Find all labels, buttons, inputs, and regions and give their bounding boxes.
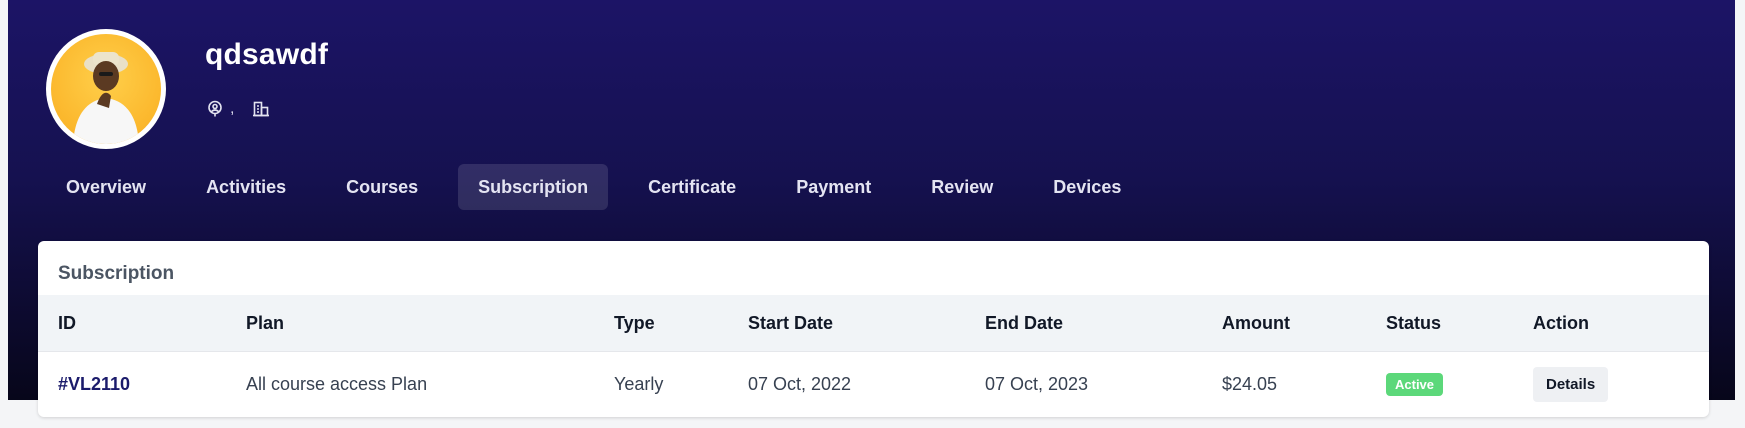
amount-cell: $24.05 — [1222, 374, 1278, 394]
column-header-end-date: End Date — [985, 312, 1064, 333]
column-header-type: Type — [614, 312, 655, 333]
column-header-plan: Plan — [246, 312, 285, 333]
status-badge: Active — [1386, 373, 1444, 396]
page-edge — [1735, 0, 1745, 428]
column-header-id: ID — [58, 312, 76, 333]
avatar — [46, 29, 166, 149]
tab-payment[interactable]: Payment — [776, 164, 891, 210]
status-cell: Active — [1386, 352, 1444, 417]
subscription-id-link[interactable]: #VL2110 — [58, 374, 130, 395]
plan-cell: All course access Plan — [246, 374, 428, 394]
column-header-amount: Amount — [1222, 312, 1290, 333]
type-cell: Yearly — [614, 374, 664, 394]
column-header-action: Action — [1533, 312, 1589, 333]
subscription-id-cell: #VL2110 — [58, 352, 130, 417]
table-header: ID Plan Type Start Date End Date Amount … — [38, 295, 1709, 352]
card-title: Subscription — [58, 263, 175, 284]
profile-name: qdsawdf — [205, 38, 329, 71]
tab-devices[interactable]: Devices — [1033, 164, 1141, 210]
column-header-status: Status — [1386, 312, 1442, 333]
tab-review[interactable]: Review — [911, 164, 1013, 210]
tab-certificate[interactable]: Certificate — [628, 164, 756, 210]
tab-overview[interactable]: Overview — [46, 164, 166, 210]
subscription-card: Subscription ID Plan Type Start Date End… — [38, 241, 1709, 417]
column-header-start-date: Start Date — [748, 312, 834, 333]
action-cell: Details — [1533, 352, 1609, 417]
tab-subscription[interactable]: Subscription — [458, 164, 609, 210]
profile-meta: , — [206, 100, 270, 118]
building-icon — [252, 100, 270, 118]
end-date-cell: 07 Oct, 2023 — [985, 374, 1089, 394]
avatar-photo — [51, 34, 161, 144]
details-button[interactable]: Details — [1533, 367, 1609, 402]
profile-tabs: Overview Activities Courses Subscription… — [46, 164, 1161, 210]
tab-activities[interactable]: Activities — [186, 164, 306, 210]
location-text: , — [230, 100, 235, 117]
table-row: #VL2110 All course access Plan Yearly 07… — [38, 352, 1709, 417]
profile-page: qdsawdf , Overview Activities Courses Su… — [0, 0, 1745, 428]
location-pin-icon — [206, 100, 224, 118]
start-date-cell: 07 Oct, 2022 — [748, 374, 852, 394]
tab-courses[interactable]: Courses — [326, 164, 438, 210]
